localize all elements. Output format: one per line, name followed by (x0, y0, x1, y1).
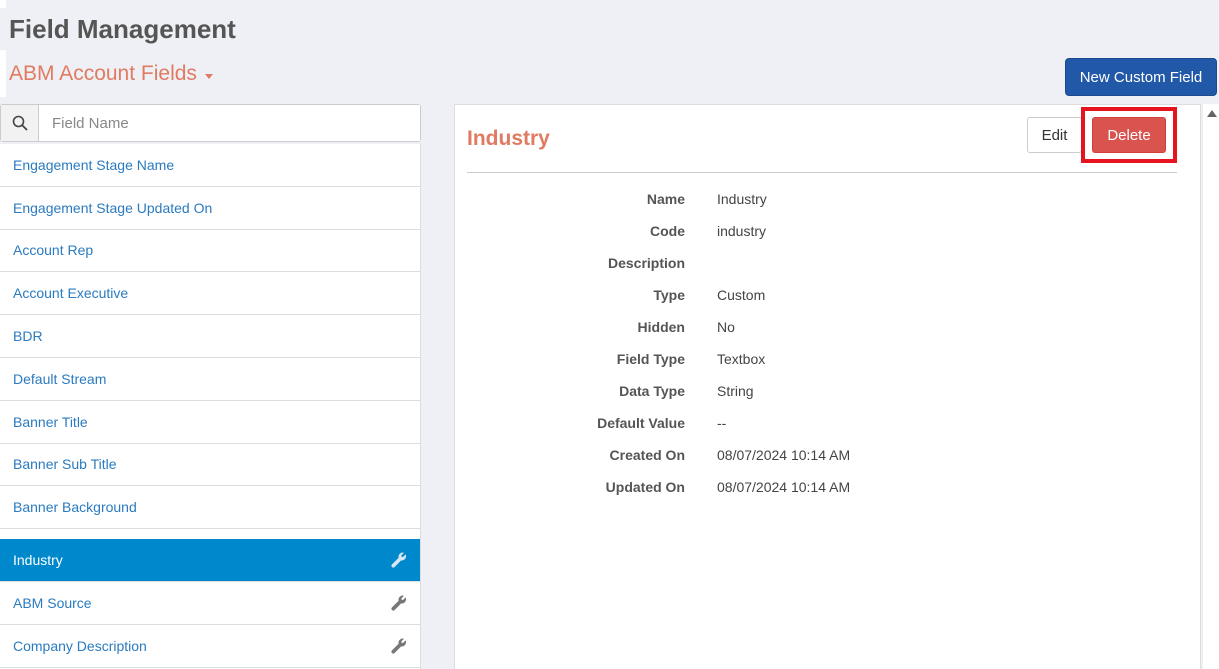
list-item-label: Banner Background (13, 499, 137, 516)
search-icon (1, 105, 39, 141)
property-label: Data Type (619, 383, 685, 399)
property-label: Created On (609, 447, 685, 463)
property-label: Name (646, 191, 685, 207)
list-item[interactable]: Banner Background (0, 486, 420, 530)
list-item-label: Default Stream (13, 370, 107, 387)
list-item[interactable]: Engagement Stage Updated On (0, 187, 420, 230)
property-row: Code industry (455, 215, 1175, 247)
property-row: Hidden No (455, 311, 1175, 343)
list-item-label: Industry (13, 552, 63, 569)
wrench-icon[interactable] (390, 637, 408, 655)
list-item-label: Banner Title (13, 413, 88, 430)
list-item-label: Engagement Stage Updated On (13, 199, 213, 216)
field-list: Engagement Stage Name Engagement Stage U… (0, 144, 421, 669)
list-item-active[interactable]: Industry (0, 539, 420, 582)
property-row: Updated On 08/07/2024 10:14 AM (455, 471, 1175, 503)
property-row: Data Type String (455, 375, 1175, 407)
property-value: 08/07/2024 10:14 AM (717, 447, 851, 463)
wrench-icon[interactable] (390, 551, 408, 569)
list-item-label: Account Executive (13, 285, 129, 302)
field-properties: Name Industry Code industry Description … (455, 183, 1175, 503)
list-item-label: BDR (13, 328, 43, 345)
scrollbar[interactable] (1202, 104, 1219, 669)
list-item-label: Company Description (13, 637, 147, 654)
field-search (0, 104, 421, 142)
property-row: Default Value -- (455, 407, 1175, 439)
list-item[interactable]: Account Rep (0, 230, 420, 273)
property-row: Name Industry (455, 183, 1175, 215)
field-set-label: ABM Account Fields (9, 62, 197, 85)
new-custom-field-button[interactable]: New Custom Field (1065, 58, 1217, 96)
detail-title: Industry (467, 127, 550, 150)
property-label: Type (653, 287, 685, 303)
page-title: Field Management (0, 8, 240, 50)
detail-divider (467, 172, 1177, 173)
list-item[interactable]: Banner Sub Title (0, 444, 420, 487)
scroll-up-icon[interactable] (1207, 110, 1217, 117)
property-label: Description (607, 255, 685, 271)
list-item-label: Banner Sub Title (13, 456, 117, 473)
property-label: Code (650, 223, 685, 239)
search-input[interactable] (39, 105, 420, 141)
list-item[interactable]: Banner Title (0, 401, 420, 444)
list-item[interactable]: Account Executive (0, 272, 420, 316)
list-item[interactable]: Company Description (0, 625, 420, 668)
property-value: 08/07/2024 10:14 AM (717, 479, 851, 495)
property-value: String (717, 383, 754, 399)
property-value: Industry (717, 191, 767, 207)
wrench-icon[interactable] (390, 594, 408, 612)
list-item[interactable]: ABM Source (0, 582, 420, 625)
property-value: No (717, 319, 735, 335)
property-row: Type Custom (455, 279, 1175, 311)
list-item[interactable]: Default Stream (0, 358, 420, 401)
field-detail-panel: Industry Edit Delete Name Industry Code … (454, 104, 1201, 669)
property-row: Created On 08/07/2024 10:14 AM (455, 439, 1175, 471)
field-set-dropdown[interactable]: ABM Account Fields (9, 62, 213, 86)
edit-button[interactable]: Edit (1027, 117, 1082, 153)
list-item-label: Engagement Stage Name (13, 156, 175, 173)
list-item-label: Account Rep (13, 242, 94, 259)
property-value: Custom (717, 287, 766, 303)
delete-button[interactable]: Delete (1092, 117, 1166, 153)
property-value: Textbox (717, 351, 766, 367)
list-item-label: ABM Source (13, 594, 92, 611)
list-item[interactable]: Engagement Stage Name (0, 144, 420, 187)
list-item[interactable]: BDR (0, 315, 420, 358)
property-label: Field Type (616, 351, 685, 367)
property-label: Hidden (637, 319, 685, 335)
caret-down-icon (204, 73, 213, 79)
property-label: Default Value (597, 415, 685, 431)
property-value: -- (717, 415, 727, 431)
property-row: Field Type Textbox (455, 343, 1175, 375)
property-row: Description (455, 247, 1175, 279)
property-label: Updated On (605, 479, 685, 495)
property-value: industry (717, 223, 767, 239)
